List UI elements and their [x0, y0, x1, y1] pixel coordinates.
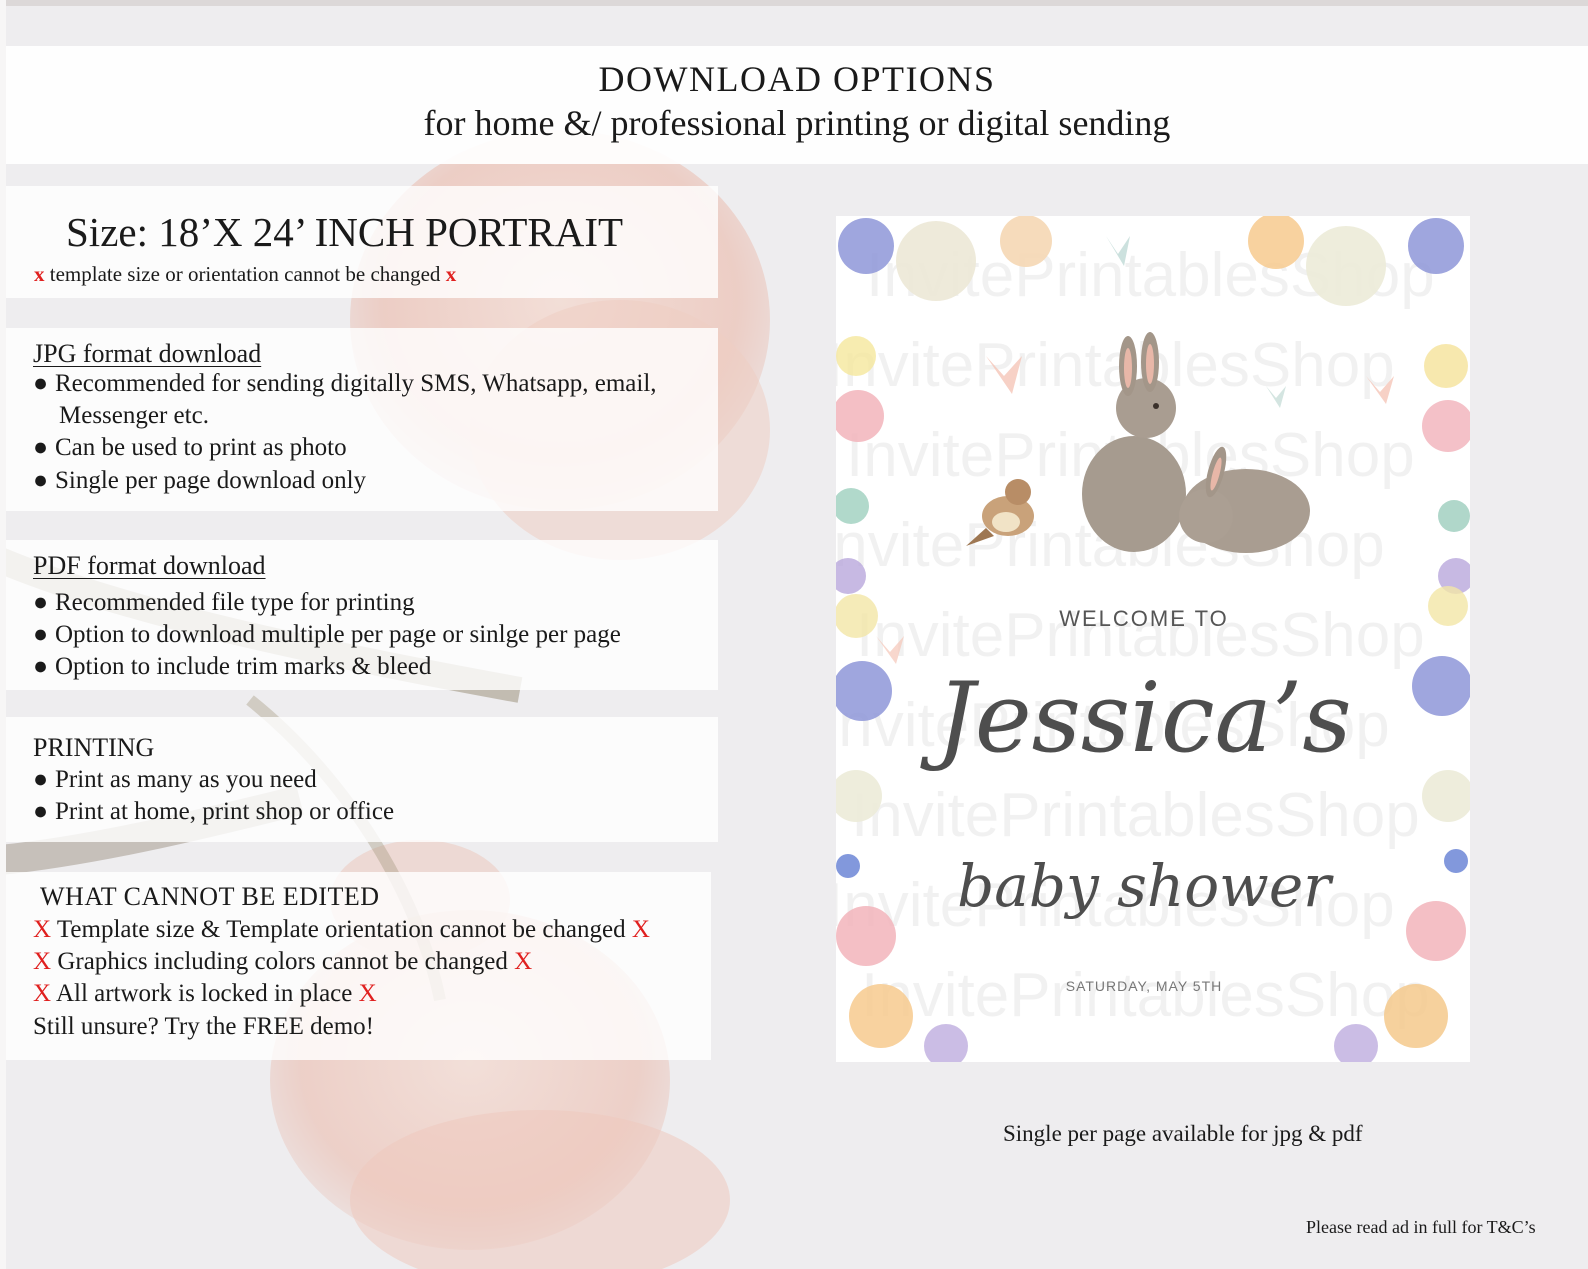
- list-item: X Graphics including colors cannot be ch…: [33, 948, 533, 975]
- footer-note: Please read ad in full for T&C’s: [1306, 1217, 1536, 1237]
- pdf-panel: PDF format download ● Recommended file ty…: [6, 540, 718, 690]
- bullet-icon: ●: [33, 467, 49, 494]
- list-item: X All artwork is locked in place X: [33, 980, 377, 1007]
- header-banner: DOWNLOAD OPTIONS for home &/ professiona…: [6, 46, 1588, 164]
- list-item: ● Print at home, print shop or office: [33, 798, 395, 825]
- x-mark-icon: X: [33, 916, 52, 943]
- printing-title: PRINTING: [33, 733, 155, 762]
- bullet-icon: ●: [33, 370, 49, 397]
- x-mark-icon: X: [631, 916, 650, 943]
- cannot-edit-panel: WHAT CANNOT BE EDITED X Template size & …: [6, 872, 711, 1060]
- list-item: ● Can be used to print as photo: [33, 434, 347, 461]
- list-item: ● Recommended file type for printing: [33, 589, 415, 616]
- demo-note: Still unsure? Try the FREE demo!: [33, 1013, 374, 1040]
- list-item: ● Single per page download only: [33, 467, 367, 494]
- x-mark-icon: X: [514, 948, 533, 975]
- size-panel: Size: 18’X 24’ INCH PORTRAIT x template …: [6, 186, 718, 298]
- x-mark-icon: X: [33, 948, 52, 975]
- bullet-icon: ●: [33, 621, 49, 648]
- poster-artwork: InvitePrintablesShop InvitePrintablesSho…: [836, 216, 1470, 1062]
- svg-text:InvitePrintablesShop: InvitePrintablesShop: [836, 331, 1395, 400]
- welcome-text: WELCOME TO: [1059, 606, 1229, 631]
- size-note-text: template size or orientation cannot be c…: [49, 262, 441, 286]
- x-mark-icon: X: [358, 980, 377, 1007]
- caption: Single per page available for jpg & pdf: [1003, 1121, 1363, 1146]
- x-mark-icon: x: [34, 262, 45, 286]
- page-subtitle: for home &/ professional printing or dig…: [423, 103, 1171, 143]
- jpg-panel: JPG format download ● Recommended for sen…: [6, 328, 718, 511]
- svg-text:InvitePrintablesShop: InvitePrintablesShop: [851, 781, 1420, 850]
- list-item-continuation: Messenger etc.: [59, 402, 209, 429]
- date-text: SATURDAY, MAY 5TH: [1066, 978, 1223, 994]
- list-item: ● Print as many as you need: [33, 766, 317, 793]
- list-item: ● Recommended for sending digitally SMS, …: [33, 370, 657, 397]
- bullet-icon: ●: [33, 434, 49, 461]
- svg-text:InvitePrintablesShop: InvitePrintablesShop: [861, 961, 1430, 1030]
- list-item: X Template size & Template orientation c…: [33, 916, 650, 943]
- bullet-icon: ●: [33, 589, 49, 616]
- x-mark-icon: X: [33, 980, 52, 1007]
- size-title: Size: 18’X 24’ INCH PORTRAIT: [66, 209, 624, 255]
- size-note: x template size or orientation cannot be…: [34, 262, 456, 287]
- event-text: baby shower: [957, 852, 1334, 920]
- product-listing-image: DOWNLOAD OPTIONS for home &/ professiona…: [0, 0, 1588, 1269]
- x-mark-icon: x: [445, 262, 457, 286]
- printing-panel: PRINTING ● Print as many as you need ● Pri…: [6, 717, 718, 842]
- bullet-icon: ●: [33, 766, 49, 793]
- page-title: DOWNLOAD OPTIONS: [598, 59, 996, 99]
- cannot-edit-title: WHAT CANNOT BE EDITED: [40, 882, 380, 911]
- name-text: Jessica’s: [919, 662, 1351, 774]
- top-border: [0, 0, 1588, 6]
- jpg-title: JPG format download: [33, 339, 262, 368]
- poster-preview: InvitePrintablesShop InvitePrintablesSho…: [836, 216, 1470, 1062]
- list-item: ● Option to include trim marks & bleed: [33, 653, 432, 680]
- bullet-icon: ●: [33, 653, 49, 680]
- bullet-icon: ●: [33, 798, 49, 825]
- list-item: ● Option to download multiple per page or…: [33, 621, 621, 648]
- pdf-title: PDF format download: [33, 551, 266, 580]
